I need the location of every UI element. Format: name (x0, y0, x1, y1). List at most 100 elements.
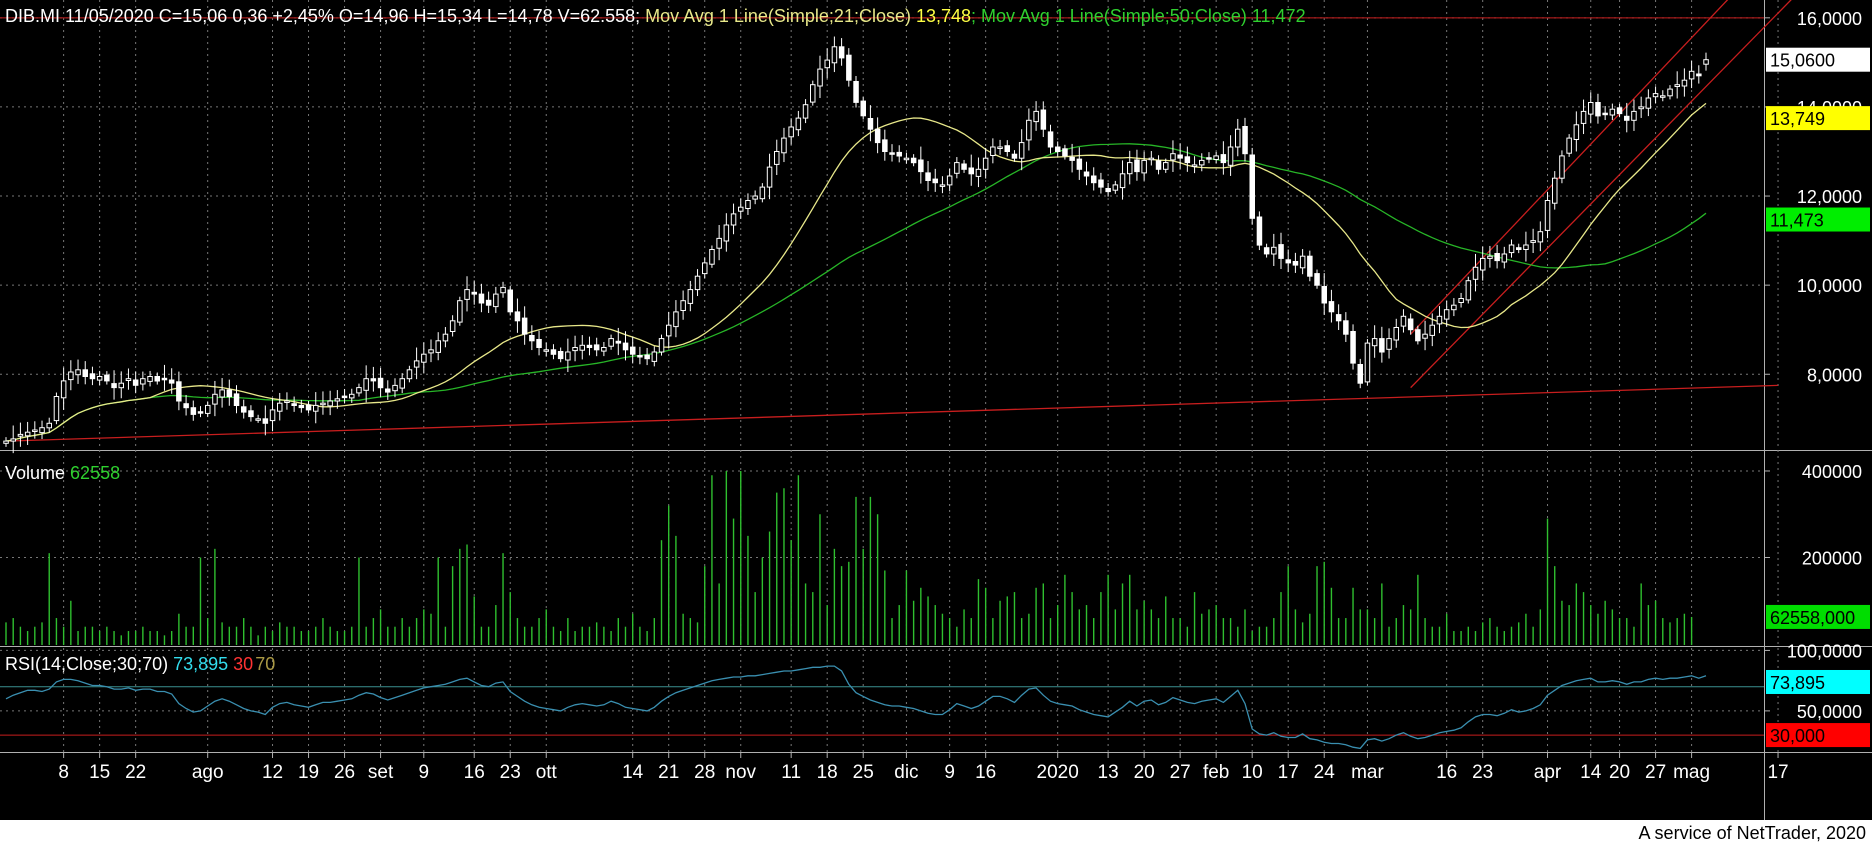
candle-body (1307, 255, 1313, 277)
channel-lower-line (1410, 0, 1792, 389)
x-tick-label: 2020 (1037, 762, 1079, 783)
rsi-title: RSI(14;Close;30;70) (5, 654, 168, 674)
candle-body (377, 377, 384, 389)
candle-body (392, 384, 398, 392)
candle-body (1552, 177, 1558, 204)
header-symbol: DIB.MI 11/05/2020 (5, 6, 154, 26)
candle-body (896, 151, 902, 157)
candle-body (529, 335, 535, 342)
footer-text: A service of NetTrader, 2020 (1638, 823, 1866, 843)
candle-body (96, 376, 103, 381)
candle-body (903, 157, 910, 161)
x-tick-label: 13 (1098, 762, 1119, 783)
header-ma21-label: Mov Avg 1 Line(Simple;21;Close) (640, 6, 916, 26)
candle-body (305, 404, 312, 411)
candle-body (882, 139, 888, 152)
candle-body (752, 195, 758, 200)
candle-body (154, 376, 160, 382)
x-tick-label: 25 (853, 762, 874, 783)
candle-body (795, 117, 802, 131)
candle-body (1040, 109, 1047, 130)
candle-body (370, 378, 377, 382)
candle-body (1645, 97, 1652, 109)
candle-body (831, 46, 838, 64)
candle-body (1660, 95, 1666, 98)
candle-body (543, 349, 549, 352)
candle-body (1681, 79, 1688, 87)
candle-body (1530, 240, 1536, 243)
candle-body (853, 81, 859, 103)
candle-body (255, 418, 261, 421)
candle-body (1652, 93, 1659, 98)
header-ma50-value: 11,472 (1252, 6, 1306, 26)
x-tick-label: 8 (58, 762, 69, 783)
x-tick-label: 27 (1170, 762, 1191, 783)
candle-body (1055, 146, 1061, 152)
x-tick-label: apr (1534, 762, 1562, 783)
candle-body (1638, 106, 1644, 110)
candle-body (673, 311, 679, 328)
ma50-badge-text: 11,473 (1770, 211, 1824, 231)
candle-body (89, 373, 96, 380)
candle-body (766, 166, 773, 188)
candle-body (536, 339, 542, 348)
candle-body (1688, 70, 1695, 80)
candle-body (82, 369, 88, 377)
candle-body (572, 347, 578, 352)
candle-body (817, 68, 823, 87)
candle-body (1631, 110, 1637, 121)
rsi-value: 73,895 (173, 654, 228, 674)
candle-body (874, 128, 881, 144)
candle-body (385, 388, 391, 393)
candle-body (1357, 364, 1363, 384)
y-tick-label: 10,0000 (1797, 276, 1862, 296)
rsi-level-high: 70 (255, 654, 275, 674)
candle-body (1703, 59, 1709, 65)
candle-body (1386, 338, 1392, 350)
x-tick-label: 17 (1767, 762, 1788, 783)
candle-body (932, 178, 938, 184)
candle-body (709, 249, 715, 265)
candle-body (39, 427, 45, 434)
x-tick-label: 23 (1472, 762, 1493, 783)
candle-body (1299, 255, 1306, 269)
candle-body (10, 438, 16, 442)
candle-body (637, 355, 643, 358)
ma21-badge-text: 13,749 (1770, 109, 1825, 129)
candle-body (1091, 175, 1097, 184)
candle-body (1335, 314, 1342, 322)
volume-badge-text: 62558,000 (1770, 608, 1855, 628)
candle-body (24, 431, 31, 437)
ma21-line (5, 102, 1707, 442)
stock-chart[interactable]: 16,000014,000012,000010,00008,0000400000… (0, 0, 1872, 820)
candle-body (1696, 73, 1702, 77)
candle-body (183, 403, 189, 409)
candle-body (1602, 112, 1608, 116)
candle-body (1134, 159, 1140, 173)
y-tick-label: 12,0000 (1797, 187, 1862, 207)
candle-body (1069, 156, 1075, 161)
candle-body (910, 157, 917, 164)
candle-body (478, 293, 485, 304)
candle-body (241, 406, 247, 413)
candle-body (1624, 115, 1630, 121)
y-tick-label: 400000 (1802, 462, 1862, 482)
y-tick-label: 100,0000 (1787, 641, 1862, 661)
candle-body (1199, 159, 1205, 166)
candle-body (269, 409, 276, 422)
candle-body (406, 369, 413, 380)
candle-body (212, 393, 218, 405)
candle-body (1018, 142, 1025, 159)
x-tick-label: 16 (464, 762, 485, 783)
candle-body (1595, 102, 1601, 117)
candle-body (651, 351, 658, 362)
candle-body (666, 324, 672, 337)
candle-body (1487, 255, 1493, 259)
candle-body (1667, 88, 1673, 97)
x-tick-label: 11 (781, 762, 801, 783)
candle-body (363, 378, 369, 391)
candle-body (1580, 110, 1587, 124)
candle-body (313, 404, 319, 412)
y-tick-label: 50,0000 (1797, 702, 1862, 722)
candle-body (1393, 327, 1399, 341)
